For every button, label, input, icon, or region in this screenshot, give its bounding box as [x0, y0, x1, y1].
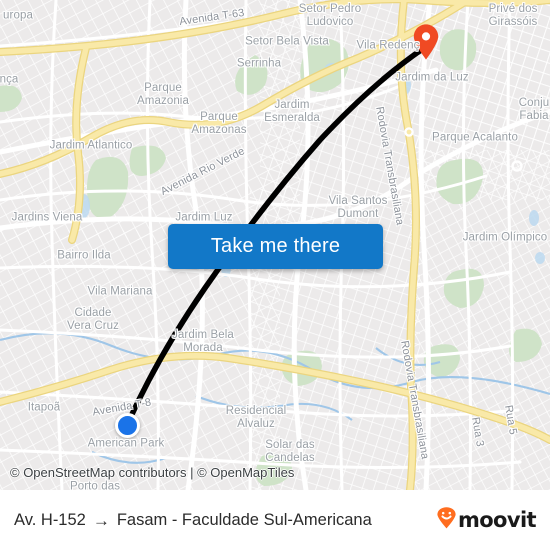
- take-me-there-button[interactable]: Take me there: [168, 224, 383, 269]
- route-origin-label: Av. H-152: [14, 510, 86, 529]
- moovit-pin-smile-icon: [437, 506, 456, 534]
- route-destination-label: Fasam - Faculdade Sul-Americana: [116, 510, 372, 529]
- bottom-bar: Av. H-152 → Fasam - Faculdade Sul-Americ…: [0, 490, 550, 550]
- arrow-right-icon: →: [92, 510, 110, 530]
- moovit-route-preview: uropa Avenida T-63 Setor Pedro Ludovico Pri…: [0, 0, 550, 550]
- moovit-wordmark: moovit: [457, 508, 537, 532]
- map-attribution[interactable]: © OpenStreetMap contributors | © OpenMap…: [10, 465, 294, 480]
- map-canvas[interactable]: uropa Avenida T-63 Setor Pedro Ludovico Pri…: [0, 0, 550, 490]
- origin-dot-icon[interactable]: [115, 413, 140, 438]
- route-title: Av. H-152 → Fasam - Faculdade Sul-Americ…: [14, 511, 372, 530]
- moovit-logo[interactable]: moovit: [437, 506, 537, 534]
